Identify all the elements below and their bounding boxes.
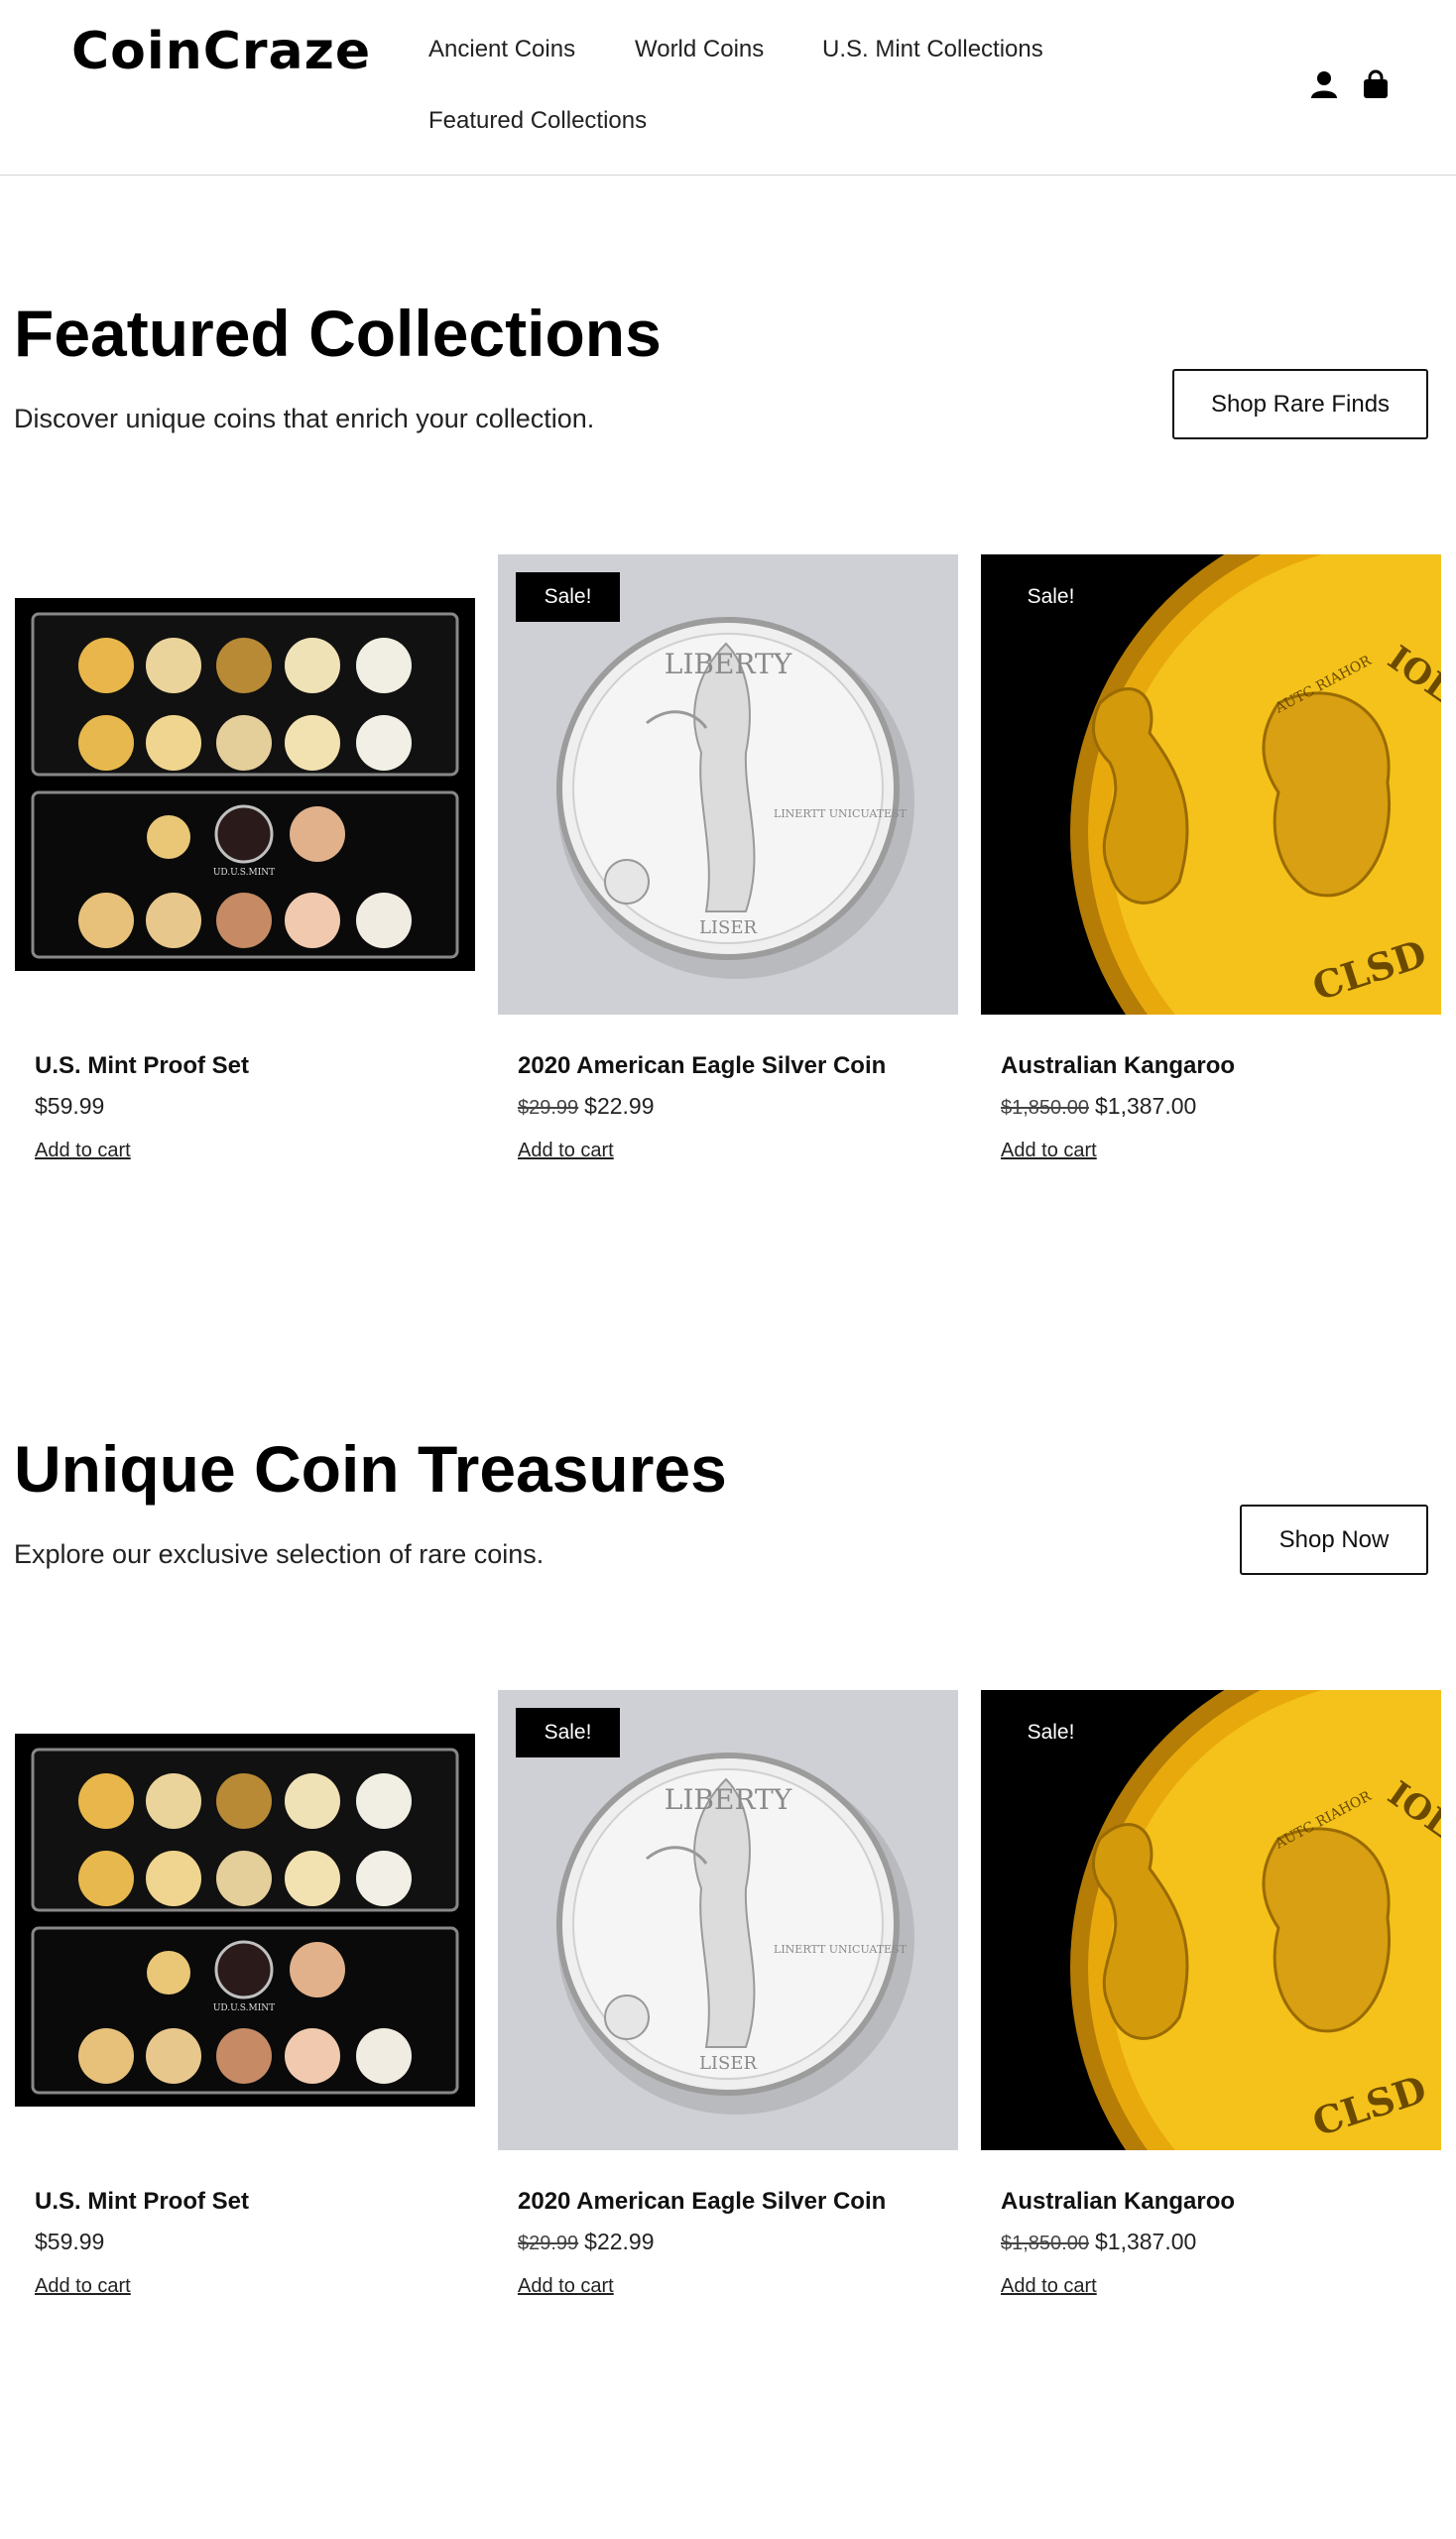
product-price-current: $1,387.00 <box>1094 2229 1197 2254</box>
eagle-top-text: LIBERTY <box>665 1783 792 1816</box>
product-image-proof-set[interactable]: UD.U.S.MINT <box>15 1690 475 2150</box>
product-price: $59.99 <box>35 1093 104 1120</box>
site-logo[interactable]: CoinCraze <box>71 22 371 81</box>
proof-set-label: UD.U.S.MINT <box>213 2003 275 2013</box>
site-header: CoinCraze Ancient Coins World Coins U.S.… <box>0 0 1456 176</box>
product-name[interactable]: U.S. Mint Proof Set <box>35 2188 249 2216</box>
shopping-bag-icon[interactable] <box>1361 69 1391 99</box>
section-title: Featured Collections <box>14 297 662 370</box>
sale-badge: Sale! <box>999 572 1103 622</box>
product-image-silver-eagle[interactable]: LIBERTY LINERTT UNICUATEST LISER Sale! <box>498 554 958 1015</box>
proof-set-label: UD.U.S.MINT <box>213 868 275 878</box>
section-title: Unique Coin Treasures <box>14 1432 727 1506</box>
account-icon[interactable] <box>1309 69 1339 99</box>
eagle-bottom-text: LISER <box>699 917 758 938</box>
nav-featured-collections[interactable]: Featured Collections <box>428 107 647 135</box>
section-subtitle: Discover unique coins that enrich your c… <box>14 404 595 433</box>
product-price-current: $59.99 <box>35 2229 105 2254</box>
product-price-old: $29.99 <box>518 2233 579 2254</box>
eagle-right-text: LINERTT UNICUATEST <box>774 807 908 820</box>
add-to-cart-link[interactable]: Add to cart <box>518 1140 614 1162</box>
product-name[interactable]: 2020 American Eagle Silver Coin <box>518 2188 886 2216</box>
product-price-current: $59.99 <box>35 1093 105 1119</box>
shop-now-button[interactable]: Shop Now <box>1240 1505 1428 1575</box>
product-image-silver-eagle[interactable]: LIBERTY LINERTT UNICUATEST LISER Sale! <box>498 1690 958 2150</box>
product-name[interactable]: Australian Kangaroo <box>1001 1052 1235 1080</box>
product-price: $1,850.00 $1,387.00 <box>1001 1093 1196 1120</box>
nav-us-mint-collections[interactable]: U.S. Mint Collections <box>822 36 1043 63</box>
product-grid: UD.U.S.MINT U.S. Mint Proof Set $59.99 A… <box>0 1690 1456 2325</box>
product-price-old: $29.99 <box>518 1097 579 1119</box>
product-grid: UD.U.S.MINT U.S. Mint Proof Set $59.99 A… <box>0 554 1456 1189</box>
nav-world-coins[interactable]: World Coins <box>635 36 764 63</box>
product-name[interactable]: Australian Kangaroo <box>1001 2188 1235 2216</box>
product-price-current: $22.99 <box>584 2229 655 2254</box>
product-image-gold-kangaroo[interactable]: AUTC RIAHOR IOL CLSD Sale! <box>981 1690 1441 2150</box>
add-to-cart-link[interactable]: Add to cart <box>1001 2275 1097 2298</box>
add-to-cart-link[interactable]: Add to cart <box>518 2275 614 2298</box>
product-image-gold-kangaroo[interactable]: AUTC RIAHOR IOL CLSD Sale! <box>981 554 1441 1015</box>
nav-ancient-coins[interactable]: Ancient Coins <box>428 36 575 63</box>
eagle-top-text: LIBERTY <box>665 648 792 680</box>
product-price: $59.99 <box>35 2229 104 2255</box>
product-price: $1,850.00 $1,387.00 <box>1001 2229 1196 2255</box>
product-price-old: $1,850.00 <box>1001 2233 1089 2254</box>
product-price-current: $22.99 <box>584 1093 655 1119</box>
eagle-right-text: LINERTT UNICUATEST <box>774 1943 908 1956</box>
header-icons <box>1309 69 1391 99</box>
sale-badge: Sale! <box>516 572 620 622</box>
product-price: $29.99 $22.99 <box>518 1093 655 1120</box>
product-price-current: $1,387.00 <box>1094 1093 1197 1119</box>
add-to-cart-link[interactable]: Add to cart <box>35 2275 131 2298</box>
product-price-old: $1,850.00 <box>1001 1097 1089 1119</box>
sale-badge: Sale! <box>516 1708 620 1757</box>
add-to-cart-link[interactable]: Add to cart <box>1001 1140 1097 1162</box>
shop-rare-finds-button[interactable]: Shop Rare Finds <box>1172 369 1428 439</box>
eagle-bottom-text: LISER <box>699 2053 758 2074</box>
add-to-cart-link[interactable]: Add to cart <box>35 1140 131 1162</box>
product-image-proof-set[interactable]: UD.U.S.MINT <box>15 554 475 1015</box>
section-subtitle: Explore our exclusive selection of rare … <box>14 1539 545 1569</box>
product-name[interactable]: U.S. Mint Proof Set <box>35 1052 249 1080</box>
product-price: $29.99 $22.99 <box>518 2229 655 2255</box>
product-name[interactable]: 2020 American Eagle Silver Coin <box>518 1052 886 1080</box>
sale-badge: Sale! <box>999 1708 1103 1757</box>
